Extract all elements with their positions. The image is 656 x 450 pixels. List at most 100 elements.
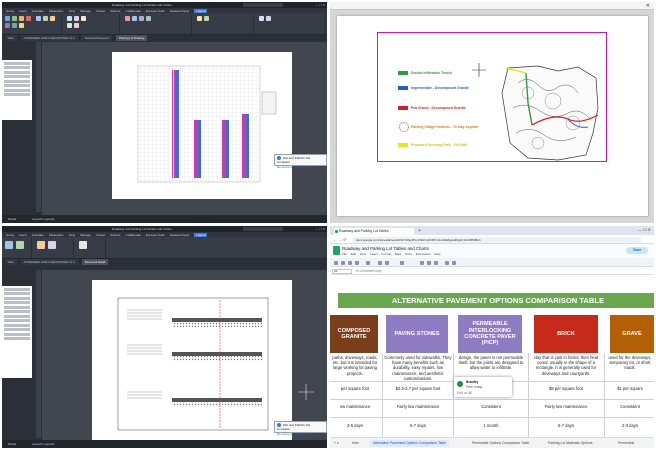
browser-tab[interactable]: Roadway and Parking Lot Tables [334, 228, 414, 235]
properties-icon[interactable] [266, 16, 271, 21]
tool-palette-strip[interactable] [36, 42, 41, 212]
paint-format-icon[interactable] [355, 260, 359, 265]
doc-tab-active[interactable]: Pavement Detail [81, 259, 109, 265]
line-tool-icon[interactable] [5, 16, 10, 21]
menu-item[interactable]: Edit [351, 252, 356, 256]
new-tab-icon[interactable]: + [418, 228, 421, 234]
tool-palette-strip[interactable] [36, 270, 41, 438]
model-tab[interactable]: Model [8, 442, 16, 446]
cell-install-time[interactable]: 3-5 days [330, 423, 380, 431]
currency-icon[interactable] [378, 260, 382, 265]
doc-title[interactable]: Roadway and Parking Lot Tables and Chart… [342, 246, 429, 251]
cell-install-time[interactable]: 5-7 days [530, 423, 602, 431]
base-view-icon[interactable] [79, 241, 87, 249]
share-button[interactable]: Share [626, 247, 648, 254]
doc-tab-active[interactable]: Parking Lot Drawing [116, 35, 148, 41]
sheet-tab[interactable]: Intro [352, 440, 359, 447]
cell-description[interactable]: used for the driveways, temporary lot, o… [606, 355, 654, 381]
toast-link[interactable]: No errors or warnings found [277, 432, 324, 436]
menu-item[interactable]: Help [434, 252, 440, 256]
doc-tab[interactable]: Start [5, 259, 17, 265]
model-tab[interactable]: Model [8, 217, 16, 221]
name-box[interactable]: A1 [332, 268, 352, 274]
bold-icon[interactable] [420, 260, 424, 265]
layer-state-icon[interactable] [204, 16, 209, 21]
cell-maintenance[interactable]: Fairly low maintenance [384, 404, 452, 412]
rotate-tool-icon[interactable] [19, 23, 24, 28]
cad-window-controls[interactable]: — ☐ ✕ [315, 227, 325, 231]
add-sheet-icon[interactable]: + ≡ [334, 440, 339, 447]
new-layout-icon[interactable] [5, 241, 13, 249]
percent-icon[interactable] [385, 260, 389, 265]
cell-cost[interactable]: $8 per square foot [530, 386, 602, 394]
cad-viewport[interactable]: . Plot and Publish Job Complete No error… [42, 42, 327, 215]
plot-complete-toast[interactable]: Plot and Publish Job Complete No errors … [274, 154, 327, 169]
redo-icon[interactable] [341, 260, 345, 265]
insert-block-icon[interactable] [259, 16, 264, 21]
arc-tool-icon[interactable] [26, 16, 31, 21]
sheet-tab[interactable]: Parking Lot Materials Options [548, 440, 592, 447]
dimension-tool-icon[interactable] [132, 16, 137, 21]
undo-icon[interactable] [334, 260, 338, 265]
properties-palette[interactable] [2, 60, 32, 120]
cell-cost[interactable]: $2.5-3.7 per square foot [384, 386, 452, 394]
nav-arrows-icon[interactable]: ← → ⟳ [333, 237, 347, 242]
cell-maintenance[interactable]: Consistent [455, 404, 527, 412]
cad-window-controls[interactable]: — ☐ ✕ [315, 3, 325, 7]
offset-tool-icon[interactable] [74, 23, 79, 28]
array-tool-icon[interactable] [81, 16, 86, 21]
layout-tabs[interactable]: Layout1 Layout2 [32, 217, 54, 221]
text-color-icon[interactable] [434, 260, 438, 265]
print-icon[interactable] [348, 260, 352, 265]
menu-item[interactable]: View [360, 252, 366, 256]
cell-description[interactable]: paths, driveways, roads, etc. but it is … [330, 355, 380, 381]
cell-maintenance[interactable]: Consistent [606, 404, 654, 412]
cell-maintenance[interactable]: ow maintenance [330, 404, 380, 412]
menu-item[interactable]: Extensions [416, 252, 431, 256]
properties-palette[interactable] [2, 286, 32, 378]
mirror-tool-icon[interactable] [67, 23, 72, 28]
cell-install-time[interactable]: 1 month [455, 423, 527, 431]
copy-tool-icon[interactable] [12, 23, 17, 28]
sheet-tab-active[interactable]: Alternative Pavement Options Comparison … [370, 440, 450, 447]
layer-properties-icon[interactable] [197, 16, 202, 21]
cell-install-time[interactable]: 5-7 days [384, 423, 452, 431]
url-input[interactable]: docs.google.com/spreadsheets/d/1bTdhgJ6V… [352, 236, 642, 243]
browser-window-controls[interactable]: — ☐ ✕ [638, 227, 651, 232]
doc-tab[interactable]: OVERSIZED AND CODE MASTER V1.0 [21, 35, 78, 41]
cell-maintenance[interactable]: Fairly low maintenance [530, 404, 602, 412]
move-tool-icon[interactable] [5, 23, 10, 28]
polyline-tool-icon[interactable] [12, 16, 17, 21]
text-tool-icon[interactable] [125, 16, 130, 21]
formula-input[interactable]: fx Comment only [356, 269, 381, 273]
stretch-tool-icon[interactable] [67, 16, 72, 21]
layout-tabs[interactable]: Layout1 Layout2 [32, 442, 54, 446]
scale-tool-icon[interactable] [74, 16, 79, 21]
toast-link[interactable]: No errors or warnings found [277, 165, 324, 169]
extend-tool-icon[interactable] [43, 16, 48, 21]
menu-item[interactable]: Insert [370, 252, 378, 256]
plot-complete-toast[interactable]: Plot and Publish Job Complete No errors … [274, 421, 327, 436]
viewport-icon[interactable] [37, 241, 45, 249]
sheet-tab[interactable]: Permeable [618, 440, 634, 447]
fillet-tool-icon[interactable] [50, 16, 55, 21]
circle-tool-icon[interactable] [19, 16, 24, 21]
cell-description[interactable]: Commonly used for sidewalks. They have m… [384, 355, 452, 381]
close-icon[interactable]: ✕ [646, 3, 650, 9]
doc-tab[interactable]: Start [5, 35, 17, 41]
zoom-icon[interactable] [366, 260, 370, 265]
cell-cost[interactable]: $1 per square [606, 386, 654, 394]
sheets-logo-icon[interactable] [333, 246, 340, 255]
menu-item[interactable]: Data [395, 252, 401, 256]
italic-icon[interactable] [427, 260, 431, 265]
clip-icon[interactable] [48, 241, 56, 249]
cell-cost[interactable]: per square foot [330, 386, 380, 394]
doc-tab[interactable]: OVERSIZED AND CODE MASTER V1.0 [21, 259, 78, 265]
table-tool-icon[interactable] [146, 16, 151, 21]
cad-viewport[interactable]: Plot and Publish Job Complete No errors … [42, 270, 327, 440]
font-icon[interactable] [400, 260, 404, 265]
cell-install-time[interactable]: 2-3 days [606, 423, 654, 431]
trim-tool-icon[interactable] [36, 16, 41, 21]
cad-search-box[interactable] [243, 227, 283, 231]
collaborator-popup[interactable]: Bradley Free today Edit on ⌘ [454, 377, 512, 397]
